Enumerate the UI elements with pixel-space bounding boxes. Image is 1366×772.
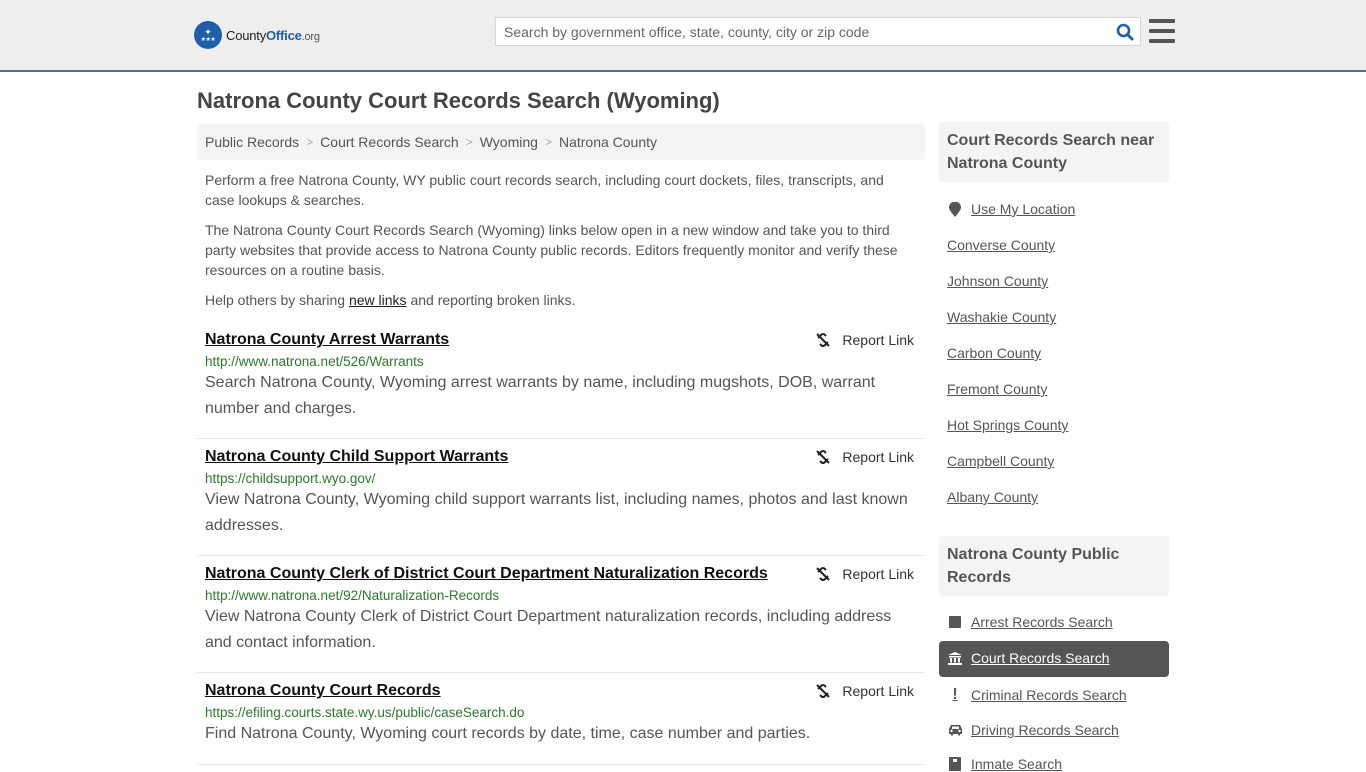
courthouse-icon [947, 651, 963, 665]
result-item: Natrona County Court Records Report Link… [197, 673, 925, 765]
site-logo[interactable]: ✦ ★★★ CountyOffice.org [194, 21, 320, 49]
breadcrumb-wyoming[interactable]: Wyoming [480, 134, 538, 150]
intro-paragraph: Perform a free Natrona County, WY public… [205, 172, 884, 208]
result-description: Find Natrona County, Wyoming court recor… [205, 725, 811, 742]
result-url[interactable]: https://childsupport.wyo.gov/ [205, 471, 917, 486]
breadcrumb-separator: > [306, 135, 314, 149]
result-url[interactable]: http://www.natrona.net/92/Naturalization… [205, 588, 917, 603]
intro-paragraph: Help others by sharing new links and rep… [205, 292, 576, 308]
result-url[interactable]: https://efiling.courts.state.wy.us/publi… [205, 705, 917, 720]
nearby-county-link[interactable]: Campbell County [947, 453, 1054, 469]
breadcrumb-public-records[interactable]: Public Records [205, 134, 299, 150]
broken-link-icon [816, 567, 831, 581]
use-my-location-link[interactable]: Use My Location [947, 201, 1075, 217]
report-link-button[interactable]: Report Link [815, 566, 914, 582]
report-link-button[interactable]: Report Link [815, 449, 914, 465]
report-link-button[interactable]: Report Link [815, 683, 914, 699]
breadcrumb-natrona-county[interactable]: Natrona County [559, 134, 657, 150]
sidebar-item-arrest-records[interactable]: Arrest Records Search [947, 614, 1113, 630]
broken-link-icon [816, 684, 831, 698]
breadcrumb-separator: > [544, 135, 552, 149]
nearby-county-link[interactable]: Carbon County [947, 345, 1041, 361]
sidebar-item-criminal-records[interactable]: ! Criminal Records Search [947, 686, 1126, 704]
result-title-link[interactable]: Natrona County Child Support Warrants [205, 448, 508, 466]
result-title-link[interactable]: Natrona County Clerk of District Court D… [205, 565, 768, 583]
hamburger-menu-icon[interactable] [1149, 19, 1175, 43]
breadcrumb-court-records-search[interactable]: Court Records Search [320, 134, 459, 150]
sidebar-item-court-records[interactable]: Court Records Search [947, 650, 1110, 666]
result-item: Natrona County Child Support Warrants Re… [197, 439, 925, 556]
results-list: Natrona County Arrest Warrants Report Li… [197, 322, 925, 765]
logo-text: CountyOffice.org [226, 27, 320, 43]
search-icon[interactable] [1110, 18, 1140, 45]
nearby-county-link[interactable]: Johnson County [947, 273, 1048, 289]
search-input[interactable] [496, 18, 1110, 45]
exclamation-icon: ! [952, 686, 958, 703]
map-marker-icon [947, 201, 963, 217]
nearby-county-link[interactable]: Converse County [947, 237, 1055, 253]
result-title-link[interactable]: Natrona County Arrest Warrants [205, 331, 449, 349]
nearby-county-link[interactable]: Washakie County [947, 309, 1056, 325]
broken-link-icon [816, 333, 831, 347]
intro-text: Perform a free Natrona County, WY public… [205, 170, 917, 320]
page-title: Natrona County Court Records Search (Wyo… [197, 88, 720, 113]
nearby-county-link[interactable]: Hot Springs County [947, 417, 1068, 433]
result-url[interactable]: http://www.natrona.net/526/Warrants [205, 354, 917, 369]
breadcrumb: Public Records > Court Records Search > … [197, 124, 925, 160]
new-links-link[interactable]: new links [349, 292, 407, 308]
nearby-county-link[interactable]: Fremont County [947, 381, 1047, 397]
result-title-link[interactable]: Natrona County Court Records [205, 682, 441, 700]
nearby-county-link[interactable]: Albany County [947, 489, 1038, 505]
public-records-heading: Natrona County Public Records [939, 536, 1169, 596]
square-icon [947, 616, 963, 628]
inmate-icon [947, 757, 963, 771]
result-item: Natrona County Arrest Warrants Report Li… [197, 322, 925, 439]
intro-paragraph: The Natrona County Court Records Search … [205, 222, 898, 278]
site-header: ✦ ★★★ CountyOffice.org [0, 0, 1366, 72]
result-description: View Natrona County, Wyoming child suppo… [205, 491, 908, 534]
eagle-stars-badge-icon: ✦ ★★★ [194, 21, 222, 49]
breadcrumb-separator: > [465, 135, 473, 149]
result-description: View Natrona County Clerk of District Co… [205, 608, 892, 651]
result-item: Natrona County Clerk of District Court D… [197, 556, 925, 673]
car-icon [947, 724, 963, 736]
nearby-heading: Court Records Search near Natrona County [939, 122, 1169, 182]
sidebar-item-inmate-search[interactable]: Inmate Search [947, 756, 1062, 772]
search-bar [495, 17, 1141, 46]
result-description: Search Natrona County, Wyoming arrest wa… [205, 374, 876, 417]
broken-link-icon [816, 450, 831, 464]
report-link-button[interactable]: Report Link [815, 332, 914, 348]
sidebar-item-driving-records[interactable]: Driving Records Search [947, 722, 1119, 738]
